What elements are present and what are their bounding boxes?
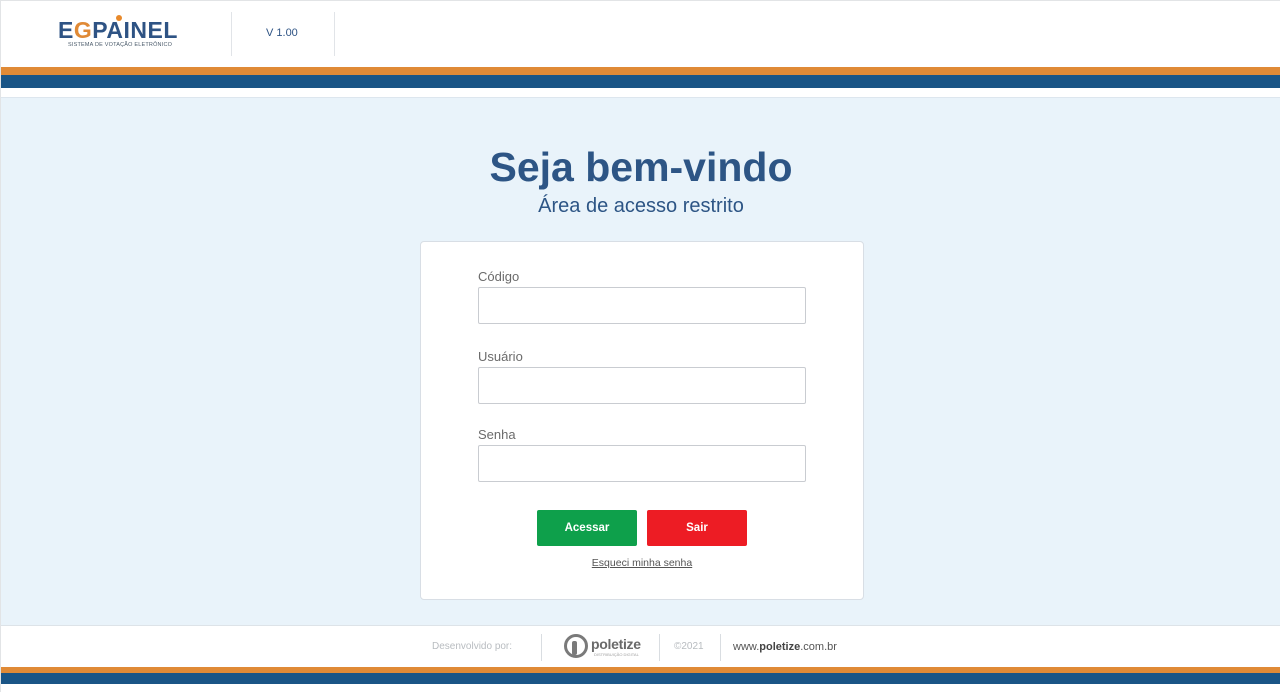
- header-stripe-blue: [1, 75, 1280, 88]
- header-stripe-gap: [1, 88, 1280, 97]
- developed-by-text: Desenvolvido por:: [432, 641, 513, 652]
- senha-input[interactable]: [478, 445, 806, 482]
- codigo-label: Código: [478, 269, 520, 284]
- page-subtitle: Área de acesso restrito: [538, 195, 744, 217]
- poletize-logo[interactable]: poletize DISTRIBUIÇÃO DIGITAL: [564, 634, 644, 660]
- poletize-logo-tagline: DISTRIBUIÇÃO DIGITAL: [594, 652, 639, 657]
- page-title: Seja bem-vindo: [489, 144, 793, 190]
- footer-divider: [720, 634, 721, 661]
- header-divider: [231, 12, 232, 56]
- usuario-input[interactable]: [478, 367, 806, 404]
- senha-label: Senha: [478, 427, 516, 442]
- footer-divider: [659, 634, 660, 661]
- poletize-p-icon: [564, 634, 588, 658]
- logo-painel: PAINEL: [92, 17, 178, 43]
- codigo-input[interactable]: [478, 287, 806, 324]
- forgot-password-link[interactable]: Esqueci minha senha: [421, 557, 863, 569]
- footer-divider: [541, 634, 542, 661]
- login-card: Código Usuário Senha Acessar Sair Esquec…: [420, 241, 864, 600]
- website-link[interactable]: www.poletize.com.br: [733, 641, 837, 653]
- version-label: V 1.00: [266, 27, 298, 39]
- main-area: Seja bem-vindo Área de acesso restrito C…: [1, 97, 1280, 625]
- footer-stripe-gap: [1, 684, 1280, 692]
- login-page: EGPAINEL SISTEMA DE VOTAÇÃO ELETRÔNICO V…: [0, 0, 1280, 692]
- copyright-text: ©2021: [674, 641, 704, 652]
- logo-tagline: SISTEMA DE VOTAÇÃO ELETRÔNICO: [68, 42, 173, 48]
- logo-eg: EG: [58, 17, 93, 43]
- website-prefix: www.: [733, 641, 760, 653]
- acessar-button[interactable]: Acessar: [537, 510, 637, 546]
- website-name: poletize: [759, 641, 801, 653]
- header: EGPAINEL SISTEMA DE VOTAÇÃO ELETRÔNICO V…: [1, 1, 1280, 67]
- header-divider: [334, 12, 335, 56]
- website-suffix: .com.br: [800, 641, 837, 653]
- footer-stripe-blue: [1, 673, 1280, 684]
- poletize-logo-name: poletize: [591, 636, 641, 652]
- egpainel-logo: EGPAINEL SISTEMA DE VOTAÇÃO ELETRÔNICO: [58, 15, 178, 51]
- footer: Desenvolvido por: poletize DISTRIBUIÇÃO …: [1, 625, 1280, 667]
- logo-dot-icon: [116, 15, 122, 21]
- usuario-label: Usuário: [478, 349, 523, 364]
- sair-button[interactable]: Sair: [647, 510, 747, 546]
- header-stripe-orange: [1, 67, 1280, 75]
